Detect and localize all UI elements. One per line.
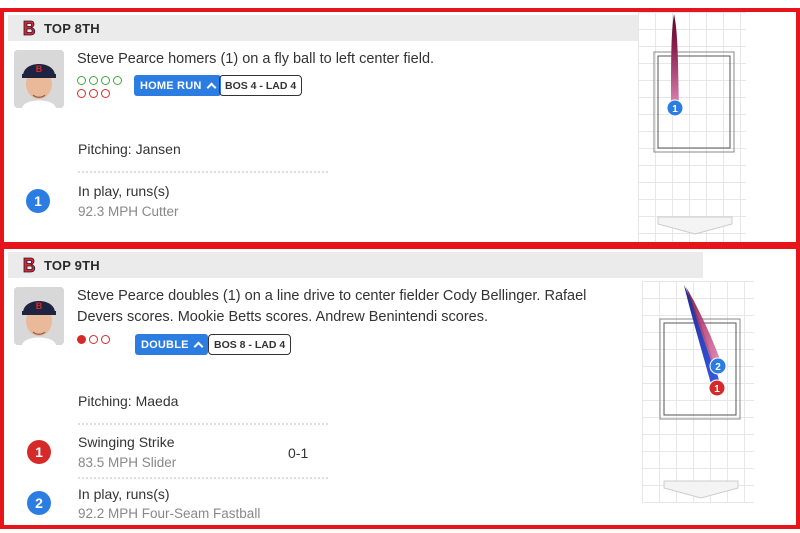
- strikes-row: [77, 89, 131, 101]
- divider: [78, 171, 328, 173]
- pitch-count: 0-1: [288, 445, 309, 461]
- score-text: BOS 4 - LAD 4: [225, 79, 297, 92]
- result-label: DOUBLE: [141, 338, 189, 351]
- player-avatar[interactable]: B: [14, 50, 64, 108]
- strike-dot: [77, 335, 86, 344]
- strike-dot: [89, 335, 98, 344]
- ball-dot: [101, 76, 110, 85]
- score-text: BOS 8 - LAD 4: [214, 338, 286, 351]
- red-sox-b-logo-icon: [23, 257, 36, 273]
- pitch-detail: 83.5 MPH Slider: [78, 455, 177, 470]
- strike-zone-outer: [653, 51, 735, 153]
- score-badge: BOS 8 - LAD 4: [208, 334, 292, 355]
- strikes-row: [77, 335, 131, 347]
- pitching-label: Pitching: Maeda: [78, 393, 179, 409]
- balls-row: [77, 76, 131, 88]
- result-dropdown-button[interactable]: HOME RUN: [134, 75, 221, 96]
- pitch-result: Swinging Strike: [78, 434, 175, 450]
- result-label: HOME RUN: [140, 79, 202, 92]
- pitching-label: Pitching: Jansen: [78, 141, 181, 157]
- play-description: Steve Pearce homers (1) on a fly ball to…: [77, 51, 435, 67]
- home-plate: [663, 480, 739, 499]
- inning-header: TOP 9TH: [8, 252, 703, 278]
- pitch-marker-label: 1: [714, 384, 720, 395]
- pitch-detail: 92.2 MPH Four-Seam Fastball: [78, 506, 261, 521]
- pitch-trajectory: [671, 14, 679, 108]
- inning-header: TOP 8TH: [8, 15, 638, 41]
- pitch-result: In play, runs(s): [78, 183, 170, 199]
- pitch-number: 1: [34, 193, 42, 209]
- chevron-up-icon: [206, 82, 216, 92]
- svg-text:B: B: [36, 64, 43, 74]
- pitch-number: 2: [35, 495, 43, 511]
- chevron-up-icon: [193, 341, 204, 351]
- strike-dot: [101, 89, 110, 98]
- pitch-number: 1: [35, 444, 43, 460]
- pitch-result: In play, runs(s): [78, 486, 170, 502]
- play-description-line: Steve Pearce doubles (1) on a line drive…: [77, 288, 587, 304]
- pitch-marker-label: 2: [715, 362, 721, 373]
- strike-zone-chart: 2 1: [642, 281, 754, 503]
- red-sox-b-logo-icon: [23, 20, 36, 36]
- strike-zone-chart: 1: [638, 12, 746, 242]
- inning-label: TOP 8TH: [44, 20, 100, 36]
- ball-dot: [89, 76, 98, 85]
- ball-dot: [77, 76, 86, 85]
- play-description: Steve Pearce doubles (1) on a line drive…: [77, 286, 586, 328]
- pitch-trajectory: [684, 285, 721, 391]
- strike-dot: [89, 89, 98, 98]
- divider: [78, 477, 328, 479]
- player-avatar[interactable]: B: [14, 287, 64, 345]
- pitch-detail: 92.3 MPH Cutter: [78, 204, 179, 219]
- pitch-number-badge[interactable]: 1: [27, 440, 51, 464]
- strike-zone-inner: [657, 55, 731, 149]
- score-badge: BOS 4 - LAD 4: [219, 75, 303, 96]
- ball-dot: [113, 76, 122, 85]
- play-card-top-9th: TOP 9TH B Steve Pearce doubles (1) on a …: [0, 245, 800, 529]
- play-card-top-8th: TOP 8TH B Steve Pearce homers (1) on a f…: [0, 8, 800, 246]
- divider: [78, 423, 328, 425]
- pitch-number-badge[interactable]: 1: [26, 189, 50, 213]
- strike-dot: [101, 335, 110, 344]
- home-plate: [657, 216, 733, 235]
- play-description-line: Devers scores. Mookie Betts scores. Andr…: [77, 309, 489, 325]
- count-indicator: [77, 335, 131, 348]
- count-indicator: [77, 76, 131, 102]
- inning-label: TOP 9TH: [44, 257, 100, 273]
- svg-text:B: B: [36, 301, 43, 311]
- result-dropdown-button[interactable]: DOUBLE: [135, 334, 208, 355]
- strike-dot: [77, 89, 86, 98]
- pitch-number-badge[interactable]: 2: [27, 491, 51, 515]
- pitch-marker-label: 1: [672, 104, 678, 115]
